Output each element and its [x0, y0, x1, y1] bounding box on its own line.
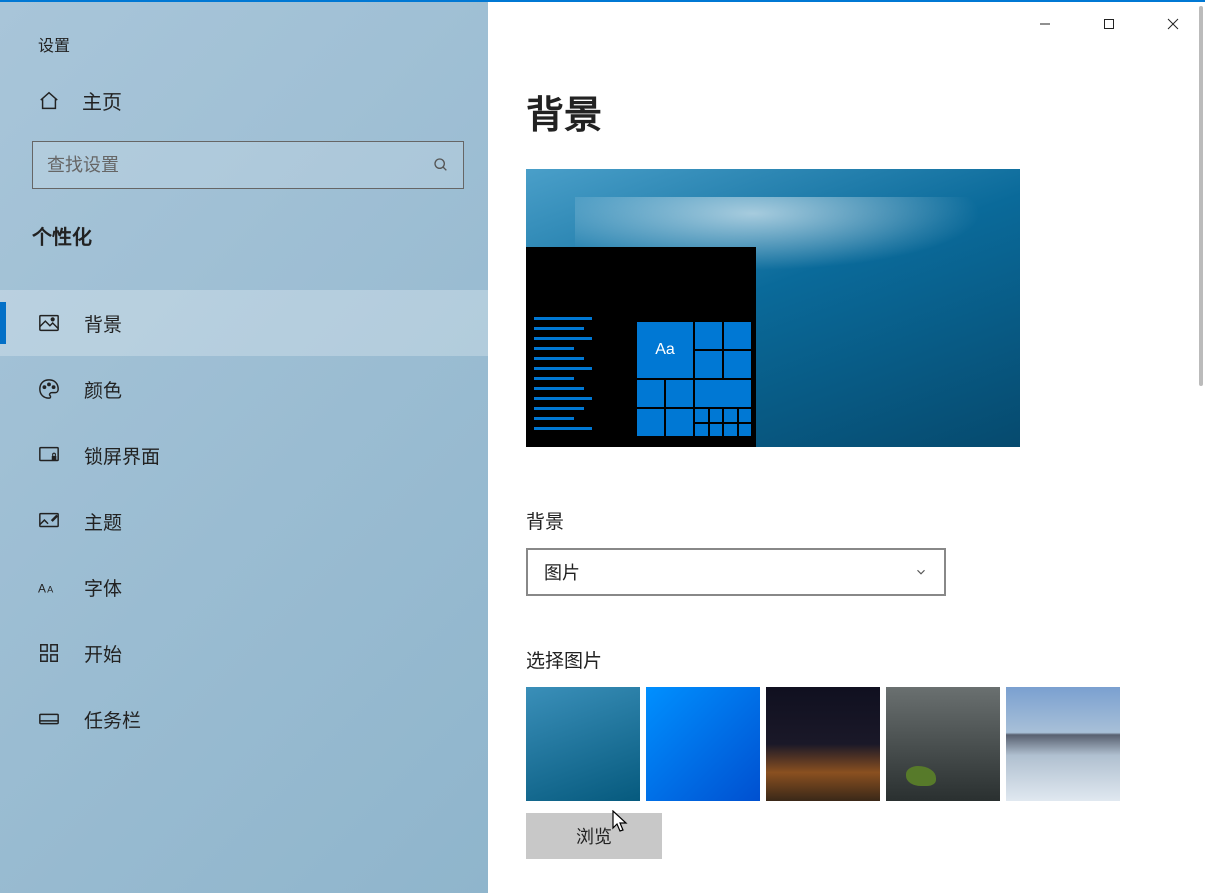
- background-section-label: 背景: [526, 507, 1205, 534]
- window-controls: [1013, 2, 1205, 46]
- preview-tiles: Aa: [636, 321, 754, 437]
- lockscreen-icon: [38, 444, 60, 466]
- nav-item-label: 背景: [84, 310, 122, 337]
- chevron-down-icon: [914, 565, 928, 579]
- home-link[interactable]: 主页: [0, 86, 488, 141]
- thumbnail-windows-blue[interactable]: [646, 687, 760, 801]
- nav-item-label: 任务栏: [84, 706, 141, 733]
- preview-start-overlay: Aa: [526, 247, 756, 447]
- minimize-button[interactable]: [1013, 2, 1077, 46]
- picture-thumbnails: [526, 687, 1205, 801]
- search-input[interactable]: [47, 155, 433, 176]
- nav-item-taskbar[interactable]: 任务栏: [0, 686, 488, 752]
- palette-icon: [38, 378, 60, 400]
- svg-text:A: A: [38, 582, 46, 596]
- font-icon: AA: [38, 576, 60, 598]
- nav-item-label: 主题: [84, 508, 122, 535]
- nav-item-start[interactable]: 开始: [0, 620, 488, 686]
- minimize-icon: [1039, 18, 1051, 30]
- nav-list: 背景 颜色 锁屏界面 主题: [0, 290, 488, 752]
- maximize-button[interactable]: [1077, 2, 1141, 46]
- dropdown-value: 图片: [544, 559, 580, 585]
- start-icon: [38, 642, 60, 664]
- browse-button[interactable]: 浏览: [526, 813, 662, 859]
- sidebar: 设置 主页 个性化 背景: [0, 2, 488, 893]
- nav-item-label: 开始: [84, 640, 122, 667]
- search-input-container[interactable]: [32, 141, 464, 189]
- nav-item-label: 锁屏界面: [84, 442, 160, 469]
- preview-tile-aa: Aa: [637, 322, 693, 378]
- nav-item-label: 颜色: [84, 376, 122, 403]
- thumbnail-underwater[interactable]: [526, 687, 640, 801]
- content-area: 背景: [488, 2, 1205, 893]
- taskbar-icon: [38, 708, 60, 730]
- theme-icon: [38, 510, 60, 532]
- home-label: 主页: [82, 86, 122, 115]
- home-icon: [38, 90, 60, 112]
- image-icon: [38, 312, 60, 334]
- scrollbar[interactable]: [1199, 6, 1203, 386]
- preview-start-list: [534, 310, 594, 437]
- search-icon: [433, 157, 449, 173]
- thumbnail-night-camp[interactable]: [766, 687, 880, 801]
- maximize-icon: [1103, 18, 1115, 30]
- nav-item-themes[interactable]: 主题: [0, 488, 488, 554]
- nav-item-fonts[interactable]: AA 字体: [0, 554, 488, 620]
- thumbnail-beach-mountain[interactable]: [1006, 687, 1120, 801]
- nav-item-background[interactable]: 背景: [0, 290, 488, 356]
- desktop-preview: Aa: [526, 169, 1020, 447]
- close-button[interactable]: [1141, 2, 1205, 46]
- svg-text:A: A: [47, 585, 54, 595]
- app-title: 设置: [0, 20, 488, 86]
- background-type-dropdown[interactable]: 图片: [526, 548, 946, 596]
- nav-item-lockscreen[interactable]: 锁屏界面: [0, 422, 488, 488]
- category-header: 个性化: [0, 217, 488, 290]
- thumbnail-storm-tent[interactable]: [886, 687, 1000, 801]
- choose-picture-label: 选择图片: [526, 646, 1205, 673]
- close-icon: [1167, 18, 1179, 30]
- nav-item-colors[interactable]: 颜色: [0, 356, 488, 422]
- page-title: 背景: [526, 84, 1205, 139]
- nav-item-label: 字体: [84, 574, 122, 601]
